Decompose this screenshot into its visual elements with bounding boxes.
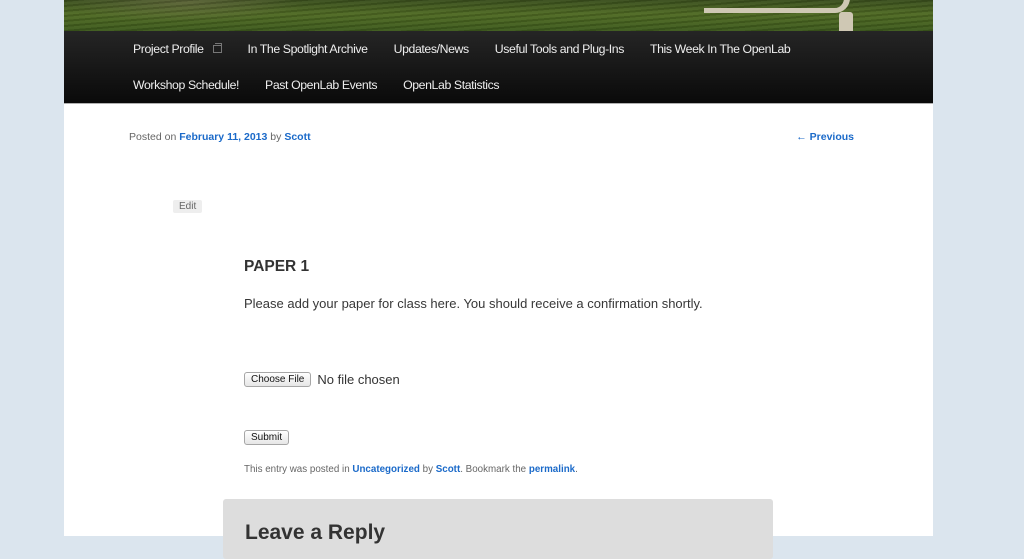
nav-item-label: OpenLab Statistics bbox=[403, 78, 500, 92]
reply-title: Leave a Reply bbox=[245, 521, 386, 544]
post-date-link[interactable]: February 11, 2013 bbox=[179, 131, 267, 143]
page-title: PAPER 1 bbox=[244, 258, 310, 275]
footer-end: . bbox=[575, 464, 578, 475]
nav-item-label: Updates/News bbox=[393, 42, 470, 56]
nav-item-this-week[interactable]: This Week In The OpenLab bbox=[637, 31, 803, 67]
edit-button[interactable]: Edit bbox=[173, 200, 203, 213]
footer-bookmark-text: . Bookmark the bbox=[460, 464, 527, 475]
file-status: No file chosen bbox=[317, 372, 400, 387]
nav-item-spotlight-archive[interactable]: In The Spotlight Archive bbox=[235, 31, 381, 67]
header-image[interactable] bbox=[64, 0, 933, 31]
nav-item-project-profile[interactable]: Project Profile bbox=[120, 31, 235, 67]
page: Project Profile In The Spotlight Archive… bbox=[64, 0, 933, 559]
nav-item-label: Past OpenLab Events bbox=[265, 78, 378, 92]
footer-author-link[interactable]: Scott bbox=[436, 464, 461, 475]
nav-item-statistics[interactable]: OpenLab Statistics bbox=[390, 67, 512, 103]
footer-prefix: This entry was posted in bbox=[244, 464, 350, 475]
nav-item-label: Project Profile bbox=[133, 42, 204, 56]
posted-on-label: Posted on bbox=[129, 131, 177, 143]
file-upload-field: Choose File No file chosen bbox=[244, 372, 400, 387]
category-link[interactable]: Uncategorized bbox=[352, 464, 420, 475]
author-link[interactable]: Scott bbox=[284, 131, 310, 143]
header-road bbox=[704, 0, 850, 13]
entry-meta: Posted on February 11, 2013 by Scott bbox=[129, 131, 311, 143]
nav-item-label: This Week In The OpenLab bbox=[650, 42, 791, 56]
nav-item-updates-news[interactable]: Updates/News bbox=[381, 31, 482, 67]
entry-footer: This entry was posted in Uncategorized b… bbox=[244, 464, 578, 475]
submit-row: Submit bbox=[244, 427, 290, 445]
footer-by: by bbox=[422, 464, 433, 475]
choose-file-button[interactable]: Choose File bbox=[244, 372, 312, 387]
submit-button[interactable]: Submit bbox=[244, 430, 290, 445]
nav-item-label: Useful Tools and Plug-Ins bbox=[494, 42, 625, 56]
nav-item-useful-tools[interactable]: Useful Tools and Plug-Ins bbox=[482, 31, 637, 67]
permalink-link[interactable]: permalink bbox=[529, 464, 575, 475]
external-window-icon bbox=[212, 43, 222, 53]
nav-item-past-events[interactable]: Past OpenLab Events bbox=[252, 67, 390, 103]
nav-item-label: Workshop Schedule! bbox=[133, 78, 240, 92]
previous-post-link[interactable]: ← Previous bbox=[796, 131, 854, 143]
nav-item-label: In The Spotlight Archive bbox=[247, 42, 368, 56]
by-label: by bbox=[270, 131, 282, 143]
nav-item-workshop-schedule[interactable]: Workshop Schedule! bbox=[120, 67, 252, 103]
reply-section: Leave a Reply bbox=[223, 499, 773, 559]
header-road-segment bbox=[839, 12, 853, 31]
main-navigation: Project Profile In The Spotlight Archive… bbox=[64, 31, 933, 104]
entry-text: Please add your paper for class here. Yo… bbox=[244, 296, 703, 311]
